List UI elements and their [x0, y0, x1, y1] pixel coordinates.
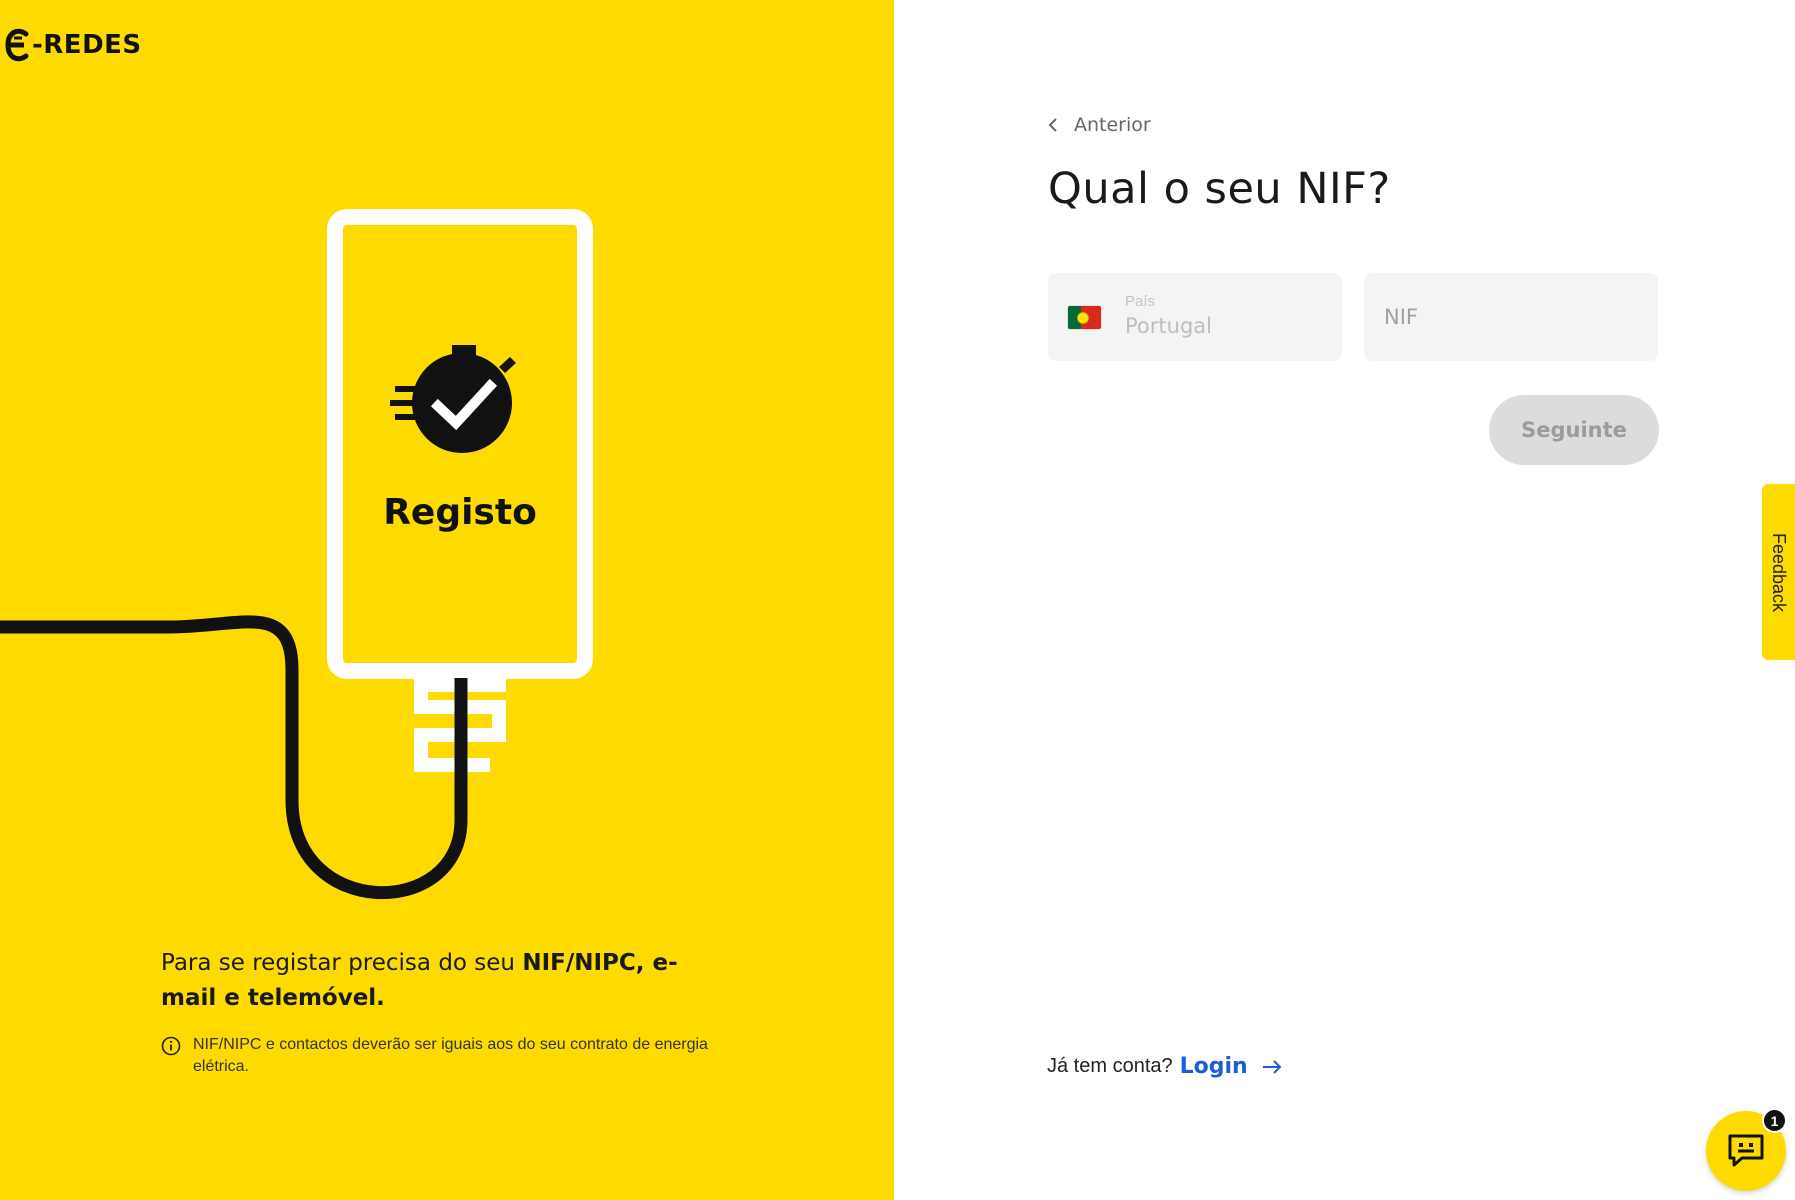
back-label: Anterior — [1074, 114, 1151, 136]
page: -REDES Registo Para se registar precisa … — [0, 0, 1795, 1200]
feedback-tab[interactable]: Feedback — [1762, 484, 1795, 660]
info-note: NIF/NIPC e contactos deverão ser iguais … — [161, 1034, 721, 1078]
login-prompt: Já tem conta? Login — [1047, 1054, 1282, 1079]
illustration-title: Registo — [383, 492, 537, 533]
registration-phone-illustration — [0, 209, 593, 899]
chevron-left-icon — [1048, 118, 1057, 132]
country-label: País — [1125, 293, 1156, 310]
form-panel: Anterior Qual o seu NIF? País Portugal S… — [894, 0, 1795, 1200]
country-value: Portugal — [1125, 314, 1212, 338]
nif-input[interactable] — [1384, 305, 1634, 329]
back-link[interactable]: Anterior — [1048, 114, 1151, 136]
feedback-label: Feedback — [1769, 532, 1789, 612]
e-redes-logo-icon — [5, 28, 29, 62]
intro-regular-text: Para se registar precisa do seu — [161, 950, 523, 976]
portugal-flag-icon — [1068, 305, 1101, 329]
logo-text: -REDES — [32, 30, 142, 60]
chat-bubble-icon — [1728, 1134, 1764, 1167]
info-note-text: NIF/NIPC e contactos deverão ser iguais … — [193, 1036, 708, 1075]
brand-logo[interactable]: -REDES — [4, 28, 142, 62]
promo-panel: -REDES Registo Para se registar precisa … — [0, 0, 894, 1200]
page-title: Qual o seu NIF? — [1048, 164, 1391, 214]
info-icon — [161, 1036, 181, 1056]
next-button[interactable]: Seguinte — [1489, 395, 1659, 465]
registration-intro: Para se registar precisa do seu NIF/NIPC… — [161, 946, 731, 1016]
login-link[interactable]: Login — [1180, 1054, 1282, 1079]
chat-notification-badge: 1 — [1762, 1108, 1787, 1133]
login-label: Login — [1179, 1054, 1248, 1079]
has-account-text: Já tem conta? — [1047, 1055, 1173, 1077]
country-text: País Portugal — [1125, 293, 1212, 341]
arrow-right-icon — [1262, 1059, 1282, 1074]
country-selector[interactable]: País Portugal — [1048, 273, 1342, 361]
nif-field-container — [1364, 273, 1658, 361]
